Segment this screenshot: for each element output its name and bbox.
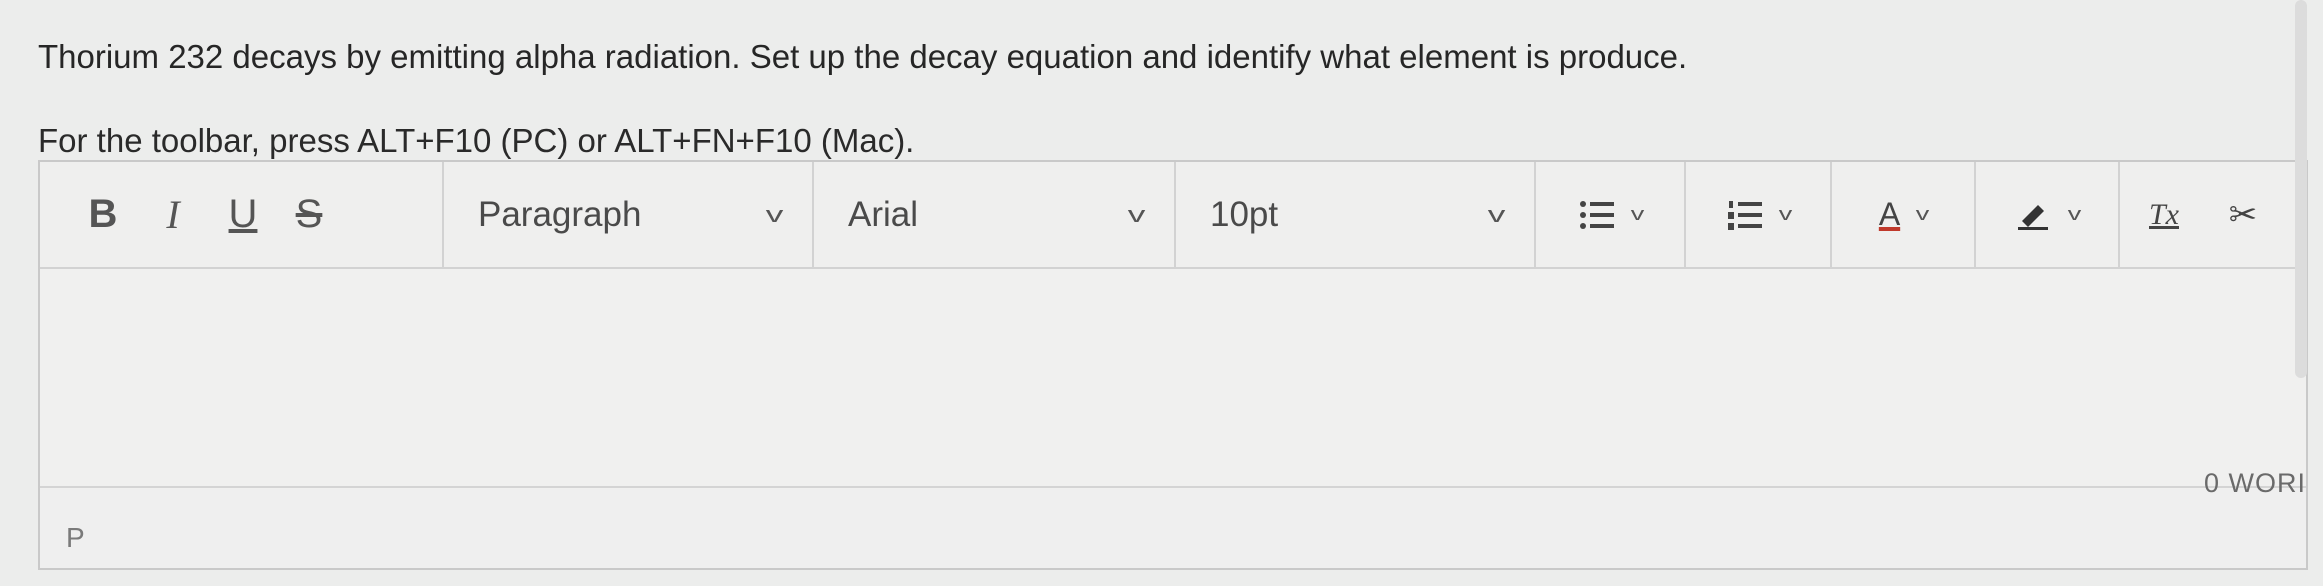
chevron-down-icon: v	[765, 201, 784, 227]
font-size-select[interactable]: 10pt v	[1176, 162, 1536, 267]
toolbar-hint: For the toolbar, press ALT+F10 (PC) or A…	[38, 122, 915, 159]
element-path[interactable]: P	[66, 522, 85, 554]
block-format-value: Paragraph	[478, 194, 642, 234]
clear-formatting-icon: Tx	[2149, 197, 2179, 231]
text-color-button[interactable]: A v	[1832, 162, 1976, 267]
highlight-pen-icon	[2017, 204, 2048, 230]
question-text: Thorium 232 decays by emitting alpha rad…	[38, 38, 1688, 75]
page-scrollbar[interactable]	[2295, 0, 2307, 378]
chevron-down-icon: v	[1127, 201, 1146, 227]
underline-button[interactable]: U	[214, 185, 272, 245]
block-format-select[interactable]: Paragraph v	[444, 162, 814, 267]
numbered-list-icon	[1727, 200, 1762, 230]
editor-toolbar: B I U S Paragraph v Arial v 10pt v v v A…	[40, 162, 2306, 269]
cut-icon: ✂	[2228, 195, 2258, 234]
editor-content-area[interactable]	[40, 269, 2306, 489]
format-group: B I U S	[40, 162, 444, 267]
bold-button[interactable]: B	[74, 185, 132, 245]
font-family-select[interactable]: Arial v	[814, 162, 1176, 267]
bullet-list-icon	[1579, 200, 1614, 229]
chevron-down-icon: v	[1630, 204, 1644, 224]
chevron-down-icon: v	[1915, 204, 1930, 224]
font-size-value: 10pt	[1210, 194, 1279, 234]
numbered-list-button[interactable]: v	[1686, 162, 1832, 267]
bullet-list-button[interactable]: v	[1536, 162, 1686, 267]
highlight-color-button[interactable]: v	[1976, 162, 2120, 267]
editor-statusbar: P 0 WORI	[40, 468, 2306, 568]
font-family-value: Arial	[848, 194, 919, 234]
clear-formatting-button[interactable]: Tx	[2120, 162, 2208, 267]
chevron-down-icon: v	[2067, 204, 2081, 224]
italic-button[interactable]: I	[144, 185, 202, 245]
rich-text-editor: B I U S Paragraph v Arial v 10pt v v v A…	[38, 160, 2308, 570]
text-color-icon: A	[1878, 196, 1901, 232]
chevron-down-icon: v	[1778, 204, 1792, 224]
cut-button[interactable]: ✂	[2208, 162, 2278, 267]
chevron-down-icon: v	[1487, 201, 1506, 227]
word-count: 0 WORI	[2203, 468, 2306, 498]
strikethrough-button[interactable]: S	[280, 185, 338, 245]
